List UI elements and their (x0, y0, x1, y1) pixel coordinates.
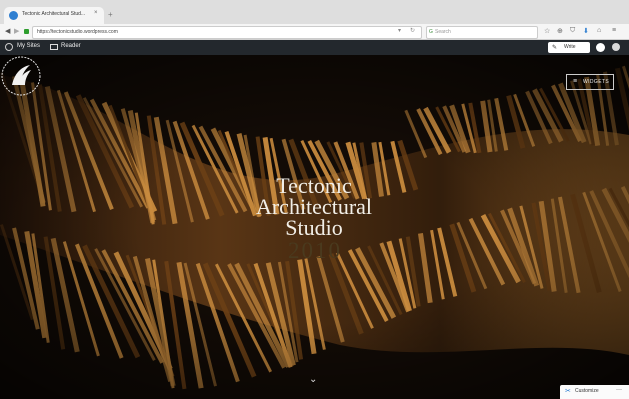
studio-seal-logo[interactable] (0, 55, 42, 97)
menu-icon[interactable]: ≡ (612, 27, 616, 34)
widgets-menu-icon: ≡ (573, 78, 578, 85)
write-label: Write (564, 44, 576, 50)
address-bar[interactable]: https://tectonicstudio.wordpress.com (32, 26, 422, 39)
reader-icon[interactable] (50, 44, 58, 50)
customize-label: Customize (575, 388, 599, 394)
site-title[interactable]: Tectonic Architectural Studio (218, 173, 410, 240)
write-button[interactable]: ✎ Write (548, 42, 590, 53)
wordpress-favicon-icon (9, 11, 18, 20)
minimize-icon[interactable]: — (616, 387, 622, 393)
reading-list-icon[interactable]: ⊕ (557, 27, 563, 35)
secure-lock-icon (24, 29, 29, 34)
widgets-label: WIDGETS (583, 79, 610, 85)
url-dropdown-icon[interactable]: ▾ (398, 27, 401, 34)
scroll-down-icon[interactable]: ⌄ (309, 374, 317, 385)
new-tab-button[interactable]: + (108, 10, 113, 19)
search-input[interactable]: G Search (426, 26, 538, 39)
notifications-icon[interactable] (612, 43, 620, 51)
pencil-icon: ✎ (552, 45, 558, 51)
download-icon[interactable]: ⬇ (583, 27, 589, 35)
tab-title: Tectonic Architectural Stud... (22, 11, 86, 17)
tab-close-icon[interactable]: × (94, 10, 98, 16)
star-icon[interactable]: ☆ (544, 27, 550, 35)
site-title-line-2: Architectural (255, 194, 373, 219)
site-title-line-1: Tectonic (276, 173, 352, 198)
browser-toolbar: ◀ ▶ https://tectonicstudio.wordpress.com… (0, 24, 629, 40)
site-year: 2010 (288, 238, 342, 263)
wp-admin-bar: My Sites Reader ✎ Write (0, 40, 629, 55)
customize-icon: ✂ (565, 388, 571, 395)
customize-button[interactable]: ✂ Customize — (560, 385, 629, 399)
site-title-line-3: Studio (285, 215, 343, 240)
reload-icon[interactable]: ↻ (410, 27, 415, 34)
widgets-button[interactable]: ≡ WIDGETS (566, 74, 614, 90)
my-sites-link[interactable]: My Sites (17, 43, 40, 49)
back-icon[interactable]: ◀ (5, 27, 10, 35)
search-engine-icon: G (429, 29, 433, 35)
search-placeholder[interactable]: Search (435, 29, 451, 35)
pocket-icon[interactable]: ⛉ (570, 27, 575, 35)
browser-tab[interactable]: Tectonic Architectural Stud... × (4, 7, 104, 24)
hero-header: ≡ WIDGETS Tectonic Architectural Studio … (0, 55, 629, 399)
reader-link[interactable]: Reader (61, 43, 81, 49)
home-icon[interactable]: ⌂ (597, 27, 601, 34)
url-text[interactable]: https://tectonicstudio.wordpress.com (37, 29, 118, 35)
wordpress-logo-icon[interactable] (5, 43, 13, 51)
forward-icon[interactable]: ▶ (14, 27, 19, 35)
avatar[interactable] (596, 43, 605, 52)
browser-tab-strip: Tectonic Architectural Stud... × + (0, 0, 629, 24)
